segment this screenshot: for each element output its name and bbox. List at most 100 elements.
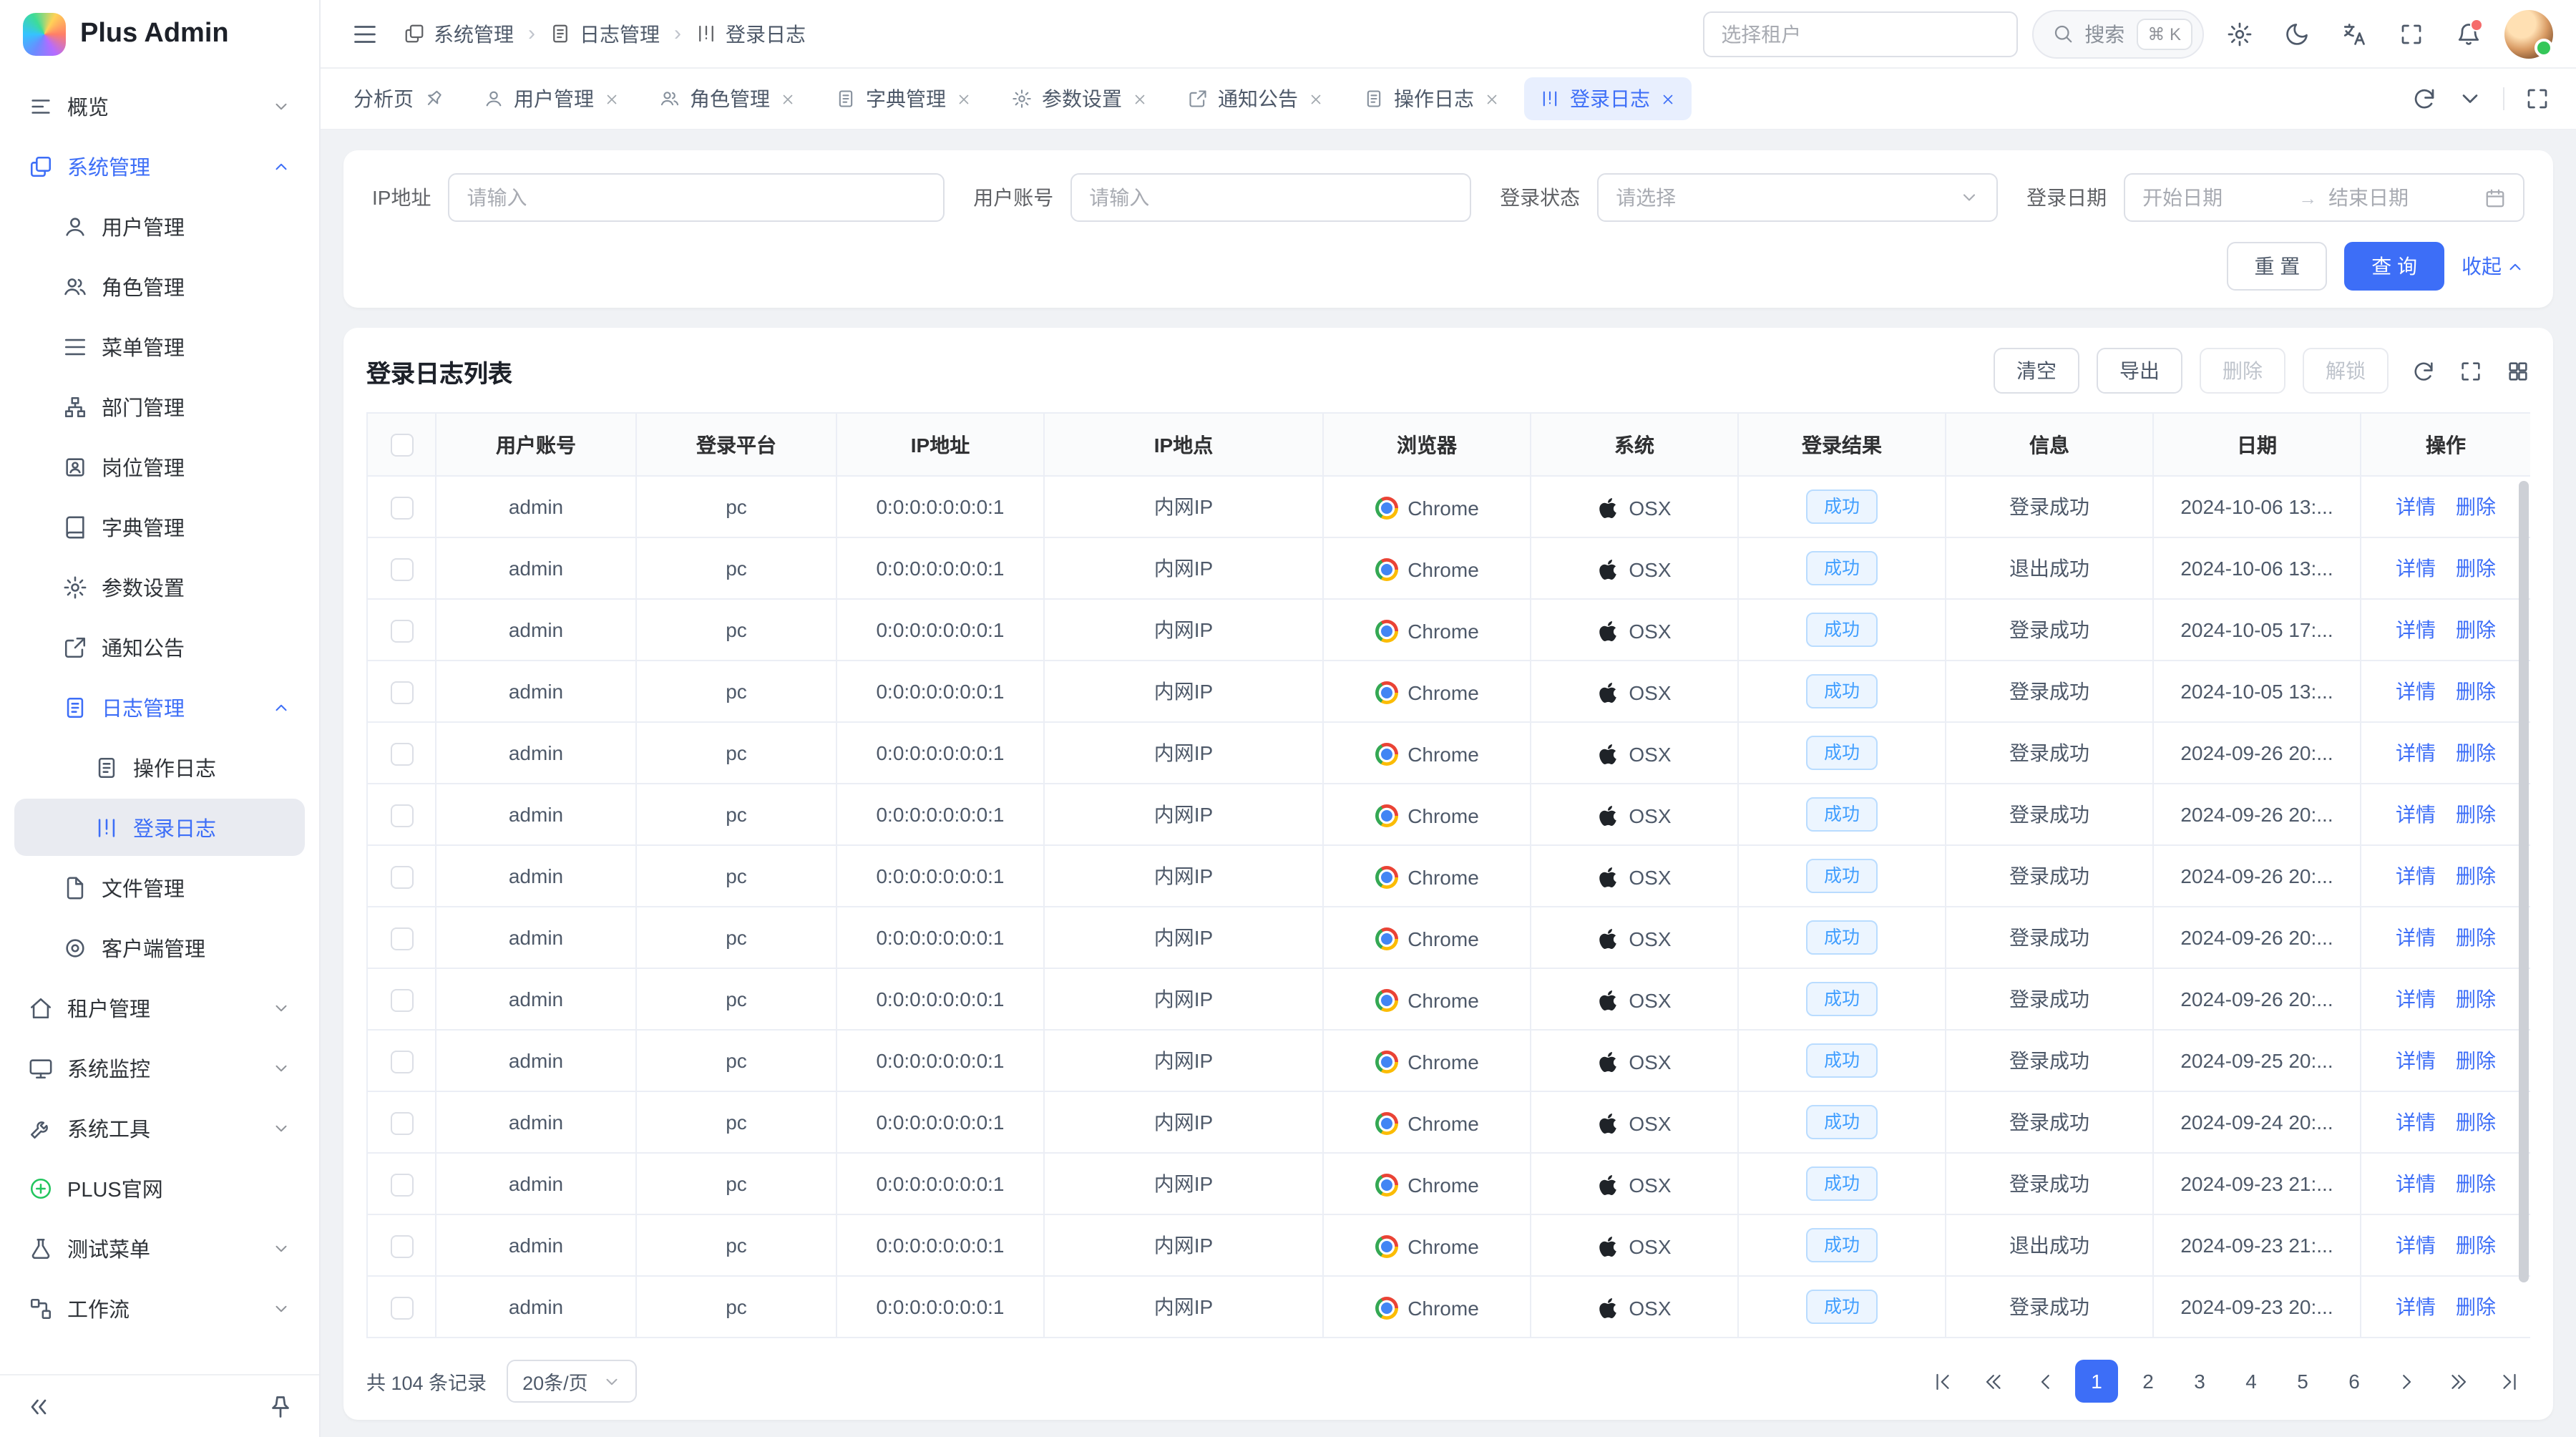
sidebar-item-测试菜单[interactable]: 测试菜单 <box>14 1219 305 1277</box>
row-checkbox[interactable] <box>390 988 413 1011</box>
row-checkbox[interactable] <box>390 1296 413 1319</box>
tab-close-icon[interactable] <box>1484 91 1500 107</box>
delete-link[interactable]: 删除 <box>2456 741 2496 764</box>
sidebar-item-通知公告[interactable]: 通知公告 <box>14 618 305 676</box>
tab-角色管理[interactable]: 角色管理 <box>644 77 811 120</box>
delete-link[interactable]: 删除 <box>2456 1234 2496 1257</box>
tab-close-icon[interactable] <box>780 91 796 107</box>
breadcrumb-item[interactable]: 登录日志 <box>696 19 806 48</box>
row-checkbox[interactable] <box>390 681 413 703</box>
collapse-filters-link[interactable]: 收起 <box>2462 252 2524 281</box>
sidebar-item-系统管理[interactable]: 系统管理 <box>14 137 305 195</box>
sidebar-item-字典管理[interactable]: 字典管理 <box>14 498 305 555</box>
detail-link[interactable]: 详情 <box>2396 618 2436 641</box>
sidebar-collapse-button[interactable] <box>17 1385 60 1428</box>
page-6-button[interactable]: 6 <box>2333 1360 2376 1403</box>
delete-link[interactable]: 删除 <box>2456 680 2496 703</box>
next-page-button[interactable] <box>2384 1360 2427 1403</box>
sidebar-item-参数设置[interactable]: 参数设置 <box>14 558 305 615</box>
sidebar-item-系统工具[interactable]: 系统工具 <box>14 1099 305 1156</box>
breadcrumb-item[interactable]: 系统管理 <box>404 19 514 48</box>
delete-link[interactable]: 删除 <box>2456 495 2496 518</box>
sidebar-item-租户管理[interactable]: 租户管理 <box>14 979 305 1036</box>
tab-close-icon[interactable] <box>1660 91 1676 107</box>
sidebar-item-PLUS官网[interactable]: PLUS官网 <box>14 1159 305 1217</box>
delete-link[interactable]: 删除 <box>2456 1172 2496 1195</box>
detail-link[interactable]: 详情 <box>2396 1295 2436 1318</box>
dark-mode-moon-icon[interactable] <box>2275 12 2318 55</box>
tab-参数设置[interactable]: 参数设置 <box>996 77 1163 120</box>
page-1-button[interactable]: 1 <box>2075 1360 2118 1403</box>
jump-back-button[interactable] <box>1972 1360 2015 1403</box>
tab-close-icon[interactable] <box>604 91 620 107</box>
sidebar-item-工作流[interactable]: 工作流 <box>14 1280 305 1337</box>
sidebar-item-用户管理[interactable]: 用户管理 <box>14 198 305 255</box>
row-checkbox[interactable] <box>390 1234 413 1257</box>
row-checkbox[interactable] <box>390 1111 413 1134</box>
last-page-button[interactable] <box>2487 1360 2530 1403</box>
导出-button[interactable]: 导出 <box>2097 348 2182 394</box>
detail-link[interactable]: 详情 <box>2396 864 2436 887</box>
page-3-button[interactable]: 3 <box>2178 1360 2221 1403</box>
jump-forward-button[interactable] <box>2436 1360 2479 1403</box>
page-4-button[interactable]: 4 <box>2230 1360 2273 1403</box>
detail-link[interactable]: 详情 <box>2396 557 2436 580</box>
detail-link[interactable]: 详情 <box>2396 803 2436 826</box>
row-checkbox[interactable] <box>390 742 413 765</box>
first-page-button[interactable] <box>1921 1360 1963 1403</box>
delete-link[interactable]: 删除 <box>2456 926 2496 949</box>
tab-通知公告[interactable]: 通知公告 <box>1172 77 1340 120</box>
row-checkbox[interactable] <box>390 865 413 888</box>
table-refresh-icon[interactable] <box>2411 359 2436 383</box>
delete-link[interactable]: 删除 <box>2456 557 2496 580</box>
delete-link[interactable]: 删除 <box>2456 1111 2496 1134</box>
detail-link[interactable]: 详情 <box>2396 495 2436 518</box>
page-2-button[interactable]: 2 <box>2127 1360 2170 1403</box>
delete-link[interactable]: 删除 <box>2456 1295 2496 1318</box>
global-search-button[interactable]: 搜索 ⌘ K <box>2031 9 2204 58</box>
detail-link[interactable]: 详情 <box>2396 926 2436 949</box>
tab-用户管理[interactable]: 用户管理 <box>468 77 635 120</box>
detail-link[interactable]: 详情 <box>2396 988 2436 1010</box>
delete-link[interactable]: 删除 <box>2456 1049 2496 1072</box>
page-size-select[interactable]: 20条/页 <box>507 1360 637 1403</box>
sidebar-item-操作日志[interactable]: 操作日志 <box>14 739 305 796</box>
sidebar-item-系统监控[interactable]: 系统监控 <box>14 1039 305 1096</box>
tab-close-icon[interactable] <box>1132 91 1148 107</box>
reset-button[interactable]: 重 置 <box>2227 242 2327 291</box>
tab-字典管理[interactable]: 字典管理 <box>820 77 987 120</box>
detail-link[interactable]: 详情 <box>2396 1234 2436 1257</box>
row-checkbox[interactable] <box>390 927 413 950</box>
sidebar-item-文件管理[interactable]: 文件管理 <box>14 859 305 916</box>
user-avatar[interactable] <box>2504 9 2553 58</box>
tenant-select[interactable]: 选择租户 <box>1702 11 2017 57</box>
sidebar-item-客户端管理[interactable]: 客户端管理 <box>14 919 305 976</box>
delete-link[interactable]: 删除 <box>2456 803 2496 826</box>
tab-close-icon[interactable] <box>956 91 972 107</box>
delete-link[interactable]: 删除 <box>2456 618 2496 641</box>
table-scrollbar[interactable] <box>2519 481 2529 1282</box>
refresh-page-icon[interactable] <box>2403 77 2446 120</box>
notifications-bell-icon[interactable] <box>2447 12 2490 55</box>
sidebar-item-角色管理[interactable]: 角色管理 <box>14 258 305 315</box>
row-checkbox[interactable] <box>390 619 413 642</box>
breadcrumb-item[interactable]: 日志管理 <box>550 19 660 48</box>
fullscreen-icon[interactable] <box>2390 12 2433 55</box>
delete-link[interactable]: 删除 <box>2456 988 2496 1010</box>
column-settings-icon[interactable] <box>2506 359 2530 383</box>
row-checkbox[interactable] <box>390 557 413 580</box>
detail-link[interactable]: 详情 <box>2396 1111 2436 1134</box>
page-5-button[interactable]: 5 <box>2281 1360 2324 1403</box>
detail-link[interactable]: 详情 <box>2396 1172 2436 1195</box>
filter-daterange-登录日期[interactable]: 开始日期→结束日期 <box>2124 173 2524 222</box>
tab-close-icon[interactable] <box>1308 91 1324 107</box>
content-fullscreen-icon[interactable] <box>2516 77 2559 120</box>
row-checkbox[interactable] <box>390 1173 413 1196</box>
sidebar-item-登录日志[interactable]: 登录日志 <box>14 799 305 856</box>
detail-link[interactable]: 详情 <box>2396 741 2436 764</box>
detail-link[interactable]: 详情 <box>2396 680 2436 703</box>
row-checkbox[interactable] <box>390 804 413 827</box>
sidebar-item-岗位管理[interactable]: 岗位管理 <box>14 438 305 495</box>
sidebar-pin-button[interactable] <box>259 1385 302 1428</box>
select-all-checkbox[interactable] <box>390 434 413 457</box>
